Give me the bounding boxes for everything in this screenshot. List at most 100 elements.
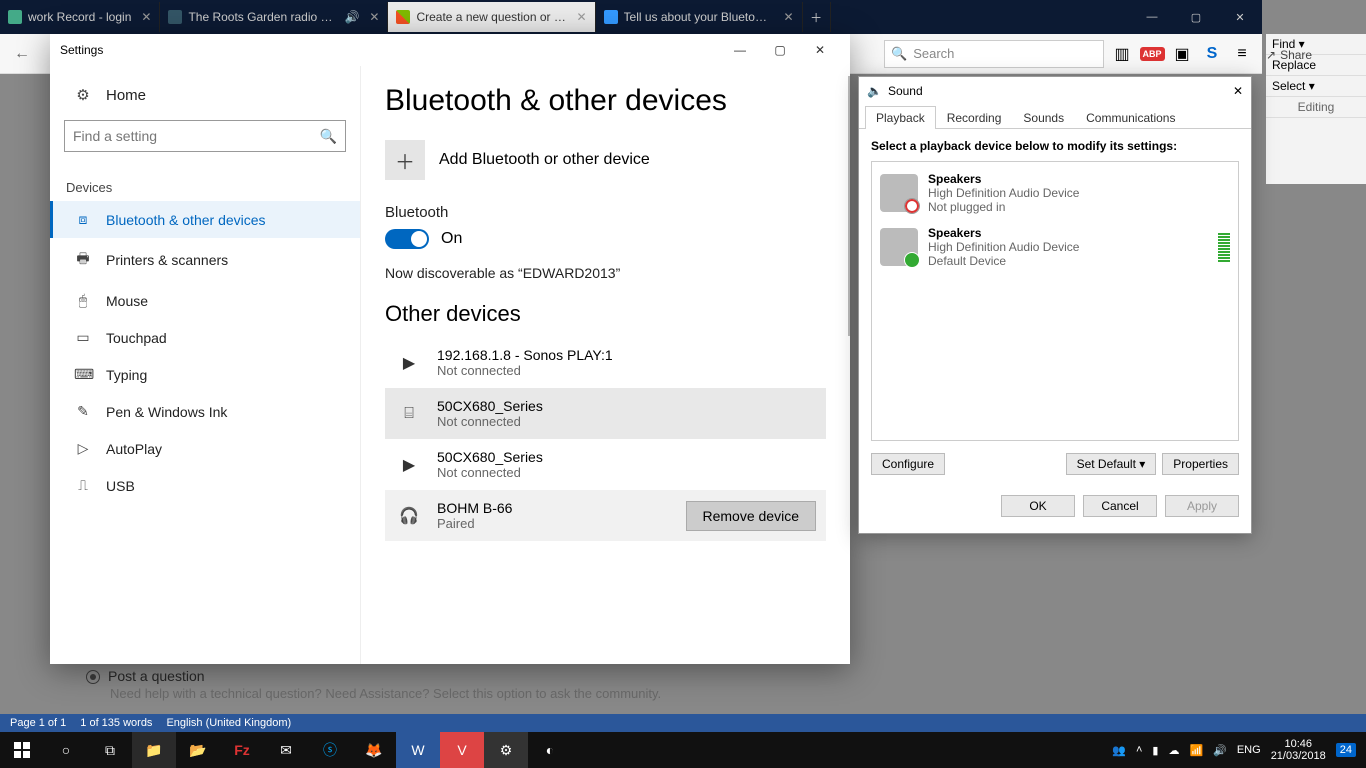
taskbar-app-vivaldi[interactable]: V [440, 732, 484, 768]
close-window-button[interactable]: ✕ [1218, 2, 1262, 32]
maximize-button[interactable]: ▢ [1174, 2, 1218, 32]
remove-device-button[interactable]: Remove device [686, 501, 817, 531]
minimize-button[interactable]: ― [1130, 2, 1174, 32]
nav-autoplay[interactable]: ▷AutoPlay [50, 430, 360, 467]
close-tab-icon[interactable]: ✕ [369, 10, 379, 24]
people-icon[interactable]: 👥 [1112, 744, 1126, 757]
playback-device-default[interactable]: Speakers High Definition Audio Device De… [876, 220, 1234, 274]
close-button[interactable]: ✕ [800, 43, 840, 57]
close-tab-icon[interactable]: ✕ [141, 10, 151, 24]
language-indicator[interactable]: ENG [1237, 744, 1261, 756]
wifi-icon[interactable]: 📶 [1189, 744, 1203, 757]
add-device-button[interactable]: ＋ [385, 140, 425, 180]
search-input[interactable]: 🔍Search [884, 40, 1104, 68]
autoplay-icon: ▷ [74, 440, 92, 457]
tab-sounds[interactable]: Sounds [1012, 106, 1075, 129]
apply-button[interactable]: Apply [1165, 495, 1239, 517]
dialog-title: Sound [888, 84, 923, 98]
post-question-subtitle: Need help with a technical question? Nee… [110, 686, 661, 701]
ok-button[interactable]: OK [1001, 495, 1075, 517]
cancel-button[interactable]: Cancel [1083, 495, 1157, 517]
favicon-icon [168, 10, 182, 24]
task-view-button[interactable]: ⧉ [88, 732, 132, 768]
close-button[interactable]: ✕ [1233, 84, 1243, 98]
tab-recording[interactable]: Recording [936, 106, 1013, 129]
page-indicator[interactable]: Page 1 of 1 [10, 717, 66, 729]
maximize-button[interactable]: ▢ [760, 43, 800, 57]
abp-icon[interactable]: ABP [1140, 42, 1164, 66]
word-count[interactable]: 1 of 135 words [80, 717, 152, 729]
settings-search-input[interactable]: Find a setting🔍 [64, 120, 346, 152]
properties-button[interactable]: Properties [1162, 453, 1239, 475]
set-default-button[interactable]: Set Default ▾ [1066, 453, 1157, 475]
action-center-icon[interactable]: 24 [1336, 743, 1356, 757]
taskbar-app[interactable]: ◐ [528, 732, 572, 768]
new-tab-button[interactable]: ＋ [803, 2, 831, 32]
nav-bluetooth[interactable]: ⧈Bluetooth & other devices [50, 201, 360, 238]
browser-tab[interactable]: Tell us about your Bluetooth pr✕ [596, 2, 803, 32]
sidebar-icon[interactable]: ▣ [1170, 42, 1194, 66]
library-icon[interactable]: ▥ [1110, 42, 1134, 66]
device-item[interactable]: ▶ 50CX680_SeriesNot connected [385, 439, 826, 490]
volume-icon[interactable]: 🔊 [1213, 744, 1227, 757]
tab-communications[interactable]: Communications [1075, 106, 1186, 129]
tab-playback[interactable]: Playback [865, 106, 936, 129]
speaker-icon: 🔈 [867, 84, 882, 98]
nav-usb[interactable]: ⎍USB [50, 467, 360, 504]
settings-nav: ⚙Home Find a setting🔍 Devices ⧈Bluetooth… [50, 66, 360, 664]
sound-tabs: Playback Recording Sounds Communications [859, 105, 1251, 129]
scrollbar[interactable] [848, 76, 850, 336]
taskbar-app-filezilla[interactable]: Fz [220, 732, 264, 768]
start-button[interactable] [0, 732, 44, 768]
playback-device[interactable]: Speakers High Definition Audio Device No… [876, 166, 1234, 220]
window-title: Settings [60, 43, 103, 57]
favicon-icon [8, 10, 22, 24]
add-device-label[interactable]: Add Bluetooth or other device [439, 151, 650, 169]
cortana-button[interactable]: ○ [44, 732, 88, 768]
taskbar-app[interactable]: 📁 [132, 732, 176, 768]
close-tab-icon[interactable]: ✕ [576, 10, 586, 24]
post-question-option[interactable]: Post a question Need help with a technic… [86, 668, 661, 701]
browser-tab[interactable]: The Roots Garden radio sho🔊✕ [160, 2, 388, 32]
nav-typing[interactable]: ⌨Typing [50, 356, 360, 393]
speaker-device-icon [880, 174, 918, 212]
close-tab-icon[interactable]: ✕ [784, 10, 794, 24]
menu-button[interactable]: ≡ [1230, 42, 1254, 66]
taskbar-app[interactable]: ✉ [264, 732, 308, 768]
device-item-selected[interactable]: ⌸ 50CX680_SeriesNot connected [385, 388, 826, 439]
favicon-icon [396, 10, 410, 24]
playback-device-list[interactable]: Speakers High Definition Audio Device No… [871, 161, 1239, 441]
nav-home[interactable]: ⚙Home [50, 76, 360, 114]
select-menu[interactable]: Select [1272, 79, 1305, 93]
audio-icon[interactable]: 🔊 [344, 10, 359, 24]
browser-tab-active[interactable]: Create a new question or start✕ [388, 2, 595, 32]
language-indicator[interactable]: English (United Kingdom) [166, 717, 291, 729]
onedrive-icon[interactable]: ☁ [1168, 744, 1179, 757]
editing-group-label: Editing [1266, 97, 1366, 118]
device-item[interactable]: ▶ 192.168.1.8 - Sonos PLAY:1Not connecte… [385, 337, 826, 388]
minimize-button[interactable]: ― [720, 43, 760, 57]
taskbar-app-settings[interactable]: ⚙ [484, 732, 528, 768]
nav-touchpad[interactable]: ▭Touchpad [50, 319, 360, 356]
nav-pen[interactable]: ✎Pen & Windows Ink [50, 393, 360, 430]
taskbar-app-firefox[interactable]: 🦊 [352, 732, 396, 768]
battery-icon[interactable]: ▮ [1152, 744, 1158, 757]
page-heading: Bluetooth & other devices [385, 84, 826, 118]
radio-selected-icon[interactable] [86, 670, 100, 684]
bluetooth-toggle[interactable] [385, 229, 429, 249]
nav-printers[interactable]: 🖶Printers & scanners [50, 238, 360, 282]
clock[interactable]: 10:4621/03/2018 [1271, 738, 1326, 762]
browser-tab[interactable]: work Record - login✕ [0, 2, 160, 32]
taskbar-app-word[interactable]: W [396, 732, 440, 768]
nav-mouse[interactable]: 🖱Mouse [50, 282, 360, 319]
share-button[interactable]: ↗ Share [1266, 40, 1366, 70]
taskbar-app-skype[interactable]: ⓢ [308, 732, 352, 768]
configure-button[interactable]: Configure [871, 453, 945, 475]
extension-icon[interactable]: S [1200, 42, 1224, 66]
tray-chevron-icon[interactable]: ˄ [1136, 744, 1142, 756]
plus-icon: ＋ [395, 146, 415, 175]
device-item-expanded[interactable]: 🎧 BOHM B-66Paired Remove device [385, 490, 826, 541]
gear-icon: ⚙ [74, 86, 92, 104]
back-button[interactable]: ← [8, 40, 36, 68]
taskbar-app[interactable]: 📂 [176, 732, 220, 768]
